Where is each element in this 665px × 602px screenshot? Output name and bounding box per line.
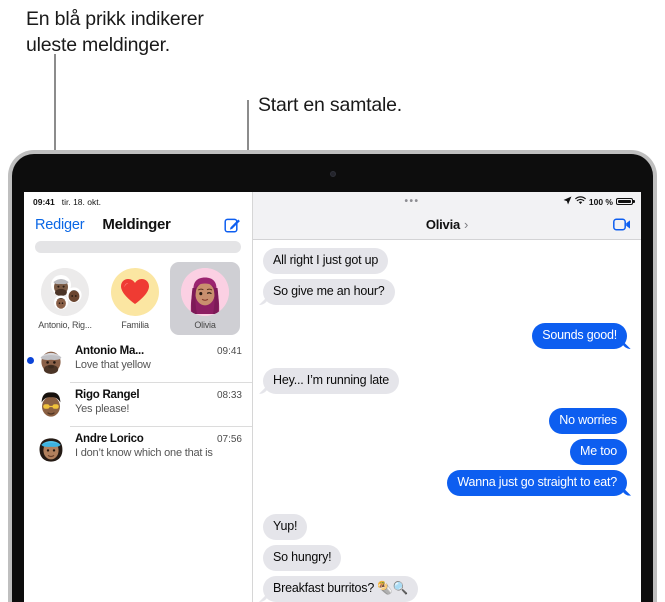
status-time: 09:41 <box>33 196 55 207</box>
conversation-topline: Antonio Ma... 09:41 <box>75 345 242 357</box>
message-row: Wanna just go straight to eat? <box>263 469 627 496</box>
message-row: All right I just got up <box>263 248 627 274</box>
conversation-preview: Yes please! <box>75 403 130 415</box>
pinned-item-familia[interactable]: Familia <box>100 262 170 335</box>
callout-start-text: Start en samtale. <box>258 94 403 116</box>
chat-title-name: Olivia <box>425 216 461 232</box>
message-bubble-incoming[interactable]: Yup! <box>263 514 308 540</box>
message-bubble-outgoing[interactable]: Me too <box>569 438 627 465</box>
message-bubble-incoming[interactable]: So give me an hour? <box>263 279 395 305</box>
olivia-memoji-avatar <box>181 268 229 316</box>
conversation-preview: Love that yellow <box>75 359 151 371</box>
conversation-topline: Rigo Rangel 08:33 <box>75 389 242 401</box>
pinned-item-antonio-group[interactable]: Antonio, Rig... <box>30 262 100 335</box>
facetime-video-icon[interactable] <box>613 218 631 231</box>
pinned-item-olivia[interactable]: Olivia <box>170 262 240 335</box>
conversation-body: Antonio Ma... 09:41 Love that yellow <box>75 345 242 375</box>
callout-unread-text: En blå prikk indikerer uleste meldinger. <box>26 8 204 56</box>
conversation-row-antonio[interactable]: Antonio Ma... 09:41 Love that yellow <box>24 338 252 382</box>
heart-emoji-avatar <box>111 268 159 316</box>
message-bubble-outgoing[interactable]: No worries <box>549 407 627 434</box>
message-bubble-incoming[interactable]: All right I just got up <box>263 248 389 274</box>
conversation-preview: I don’t know which one that is <box>75 447 213 459</box>
message-bubble-incoming[interactable]: Hey... I’m running late <box>263 367 400 394</box>
message-row: Breakfast burritos? 🌯🔍 <box>263 576 627 602</box>
pinned-label: Antonio, Rig... <box>38 320 92 330</box>
wifi-icon <box>575 196 586 207</box>
ipad-screen: 09:41 tir. 18. okt. Rediger Meldinger An… <box>24 192 641 602</box>
multitask-dots-icon[interactable]: ••• <box>404 196 419 206</box>
conversation-row-andre[interactable]: Andre Lorico 07:56 I don’t know which on… <box>24 426 252 470</box>
ipad-bezel: 09:41 tir. 18. okt. Rediger Meldinger An… <box>12 154 653 602</box>
pinned-conversations-row: Antonio, Rig... Familia Olivia <box>24 262 252 335</box>
message-bubble-outgoing[interactable]: Wanna just go straight to eat? <box>447 469 627 496</box>
sidebar-navbar: Rediger Meldinger <box>24 209 252 239</box>
message-row: Sounds good! <box>263 323 627 350</box>
conversation-time: 07:56 <box>216 434 242 445</box>
conversation-name: Andre Lorico <box>75 433 144 445</box>
pinned-label: Olivia <box>194 320 216 330</box>
sidebar-title: Meldinger <box>102 216 171 233</box>
battery-percent-label: 100 % <box>588 196 613 207</box>
conversation-body: Andre Lorico 07:56 I don’t know which on… <box>75 433 242 463</box>
search-input[interactable] <box>35 241 241 253</box>
chat-pane: ••• 100 % Olivia › All right I just got … <box>253 192 641 602</box>
messages-sidebar: 09:41 tir. 18. okt. Rediger Meldinger An… <box>24 192 253 602</box>
battery-full-icon <box>616 197 635 206</box>
message-row: No worries <box>263 407 627 434</box>
pinned-label: Familia <box>121 320 149 330</box>
conversation-time: 08:33 <box>216 390 242 401</box>
conversation-name: Rigo Rangel <box>75 389 140 401</box>
conversation-topline: Andre Lorico 07:56 <box>75 433 242 445</box>
ipad-device-frame: 09:41 tir. 18. okt. Rediger Meldinger An… <box>8 150 657 602</box>
antonio-memoji-avatar <box>36 345 66 375</box>
chat-navbar: Olivia › <box>253 209 641 240</box>
message-row: So hungry! <box>263 545 627 571</box>
chevron-right-icon: › <box>464 216 469 232</box>
conversation-body: Rigo Rangel 08:33 Yes please! <box>75 389 242 419</box>
chat-title[interactable]: Olivia › <box>425 216 469 232</box>
message-row: So give me an hour? <box>263 279 627 305</box>
status-bar-left: 09:41 tir. 18. okt. <box>24 192 252 209</box>
conversation-time: 09:41 <box>216 346 242 357</box>
andre-memoji-avatar <box>36 433 66 463</box>
compose-icon[interactable] <box>224 216 241 233</box>
message-list: All right I just got up So give me an ho… <box>253 240 641 602</box>
message-bubble-outgoing[interactable]: Sounds good! <box>532 323 627 350</box>
location-arrow-icon <box>563 196 572 207</box>
status-date: tir. 18. okt. <box>61 196 101 207</box>
conversation-name: Antonio Ma... <box>75 345 144 357</box>
edit-button[interactable]: Rediger <box>35 217 85 233</box>
conversation-row-rigo[interactable]: Rigo Rangel 08:33 Yes please! <box>24 382 252 426</box>
rigo-memoji-avatar <box>36 389 66 419</box>
message-row: Me too <box>263 438 627 465</box>
status-right-items: 100 % <box>563 196 635 207</box>
conversation-list: Antonio Ma... 09:41 Love that yellow Rig… <box>24 338 252 602</box>
group-memoji-avatar <box>41 268 89 316</box>
message-bubble-incoming[interactable]: Breakfast burritos? 🌯🔍 <box>263 576 419 602</box>
message-bubble-incoming[interactable]: So hungry! <box>263 545 342 571</box>
message-row: Hey... I’m running late <box>263 367 627 394</box>
message-row: Yup! <box>263 514 627 540</box>
front-camera-icon <box>329 171 336 177</box>
unread-dot <box>27 356 34 364</box>
status-bar-right: ••• 100 % <box>253 192 641 209</box>
